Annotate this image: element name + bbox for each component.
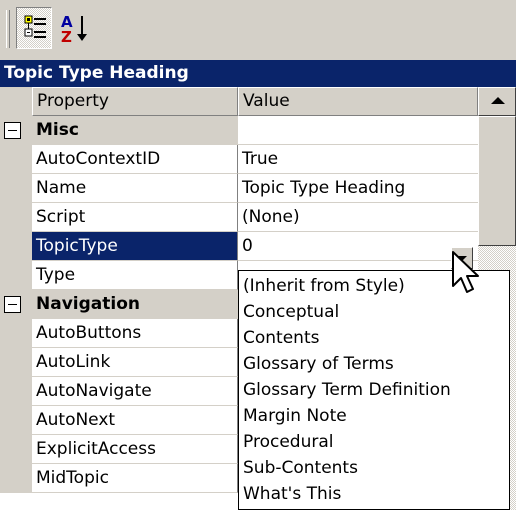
toolbar: A Z — [0, 0, 516, 60]
property-name[interactable]: ExplicitAccess — [32, 435, 238, 464]
dropdown-option[interactable]: Contents — [243, 325, 319, 351]
property-row[interactable]: Name Topic Type Heading — [0, 174, 478, 203]
property-value[interactable]: True — [238, 145, 478, 174]
property-row[interactable]: TopicType 0 — [0, 232, 478, 261]
collapse-icon[interactable] — [4, 296, 21, 313]
row-gutter — [0, 348, 32, 377]
row-gutter — [0, 261, 32, 290]
property-value — [238, 116, 478, 145]
property-name[interactable]: AutoNavigate — [32, 377, 238, 406]
row-gutter — [0, 116, 32, 145]
property-name[interactable]: Type — [32, 261, 238, 290]
category-label[interactable]: Navigation — [32, 290, 238, 319]
property-name[interactable]: MidTopic — [32, 464, 238, 493]
row-gutter — [0, 435, 32, 464]
row-gutter — [0, 174, 32, 203]
topictype-dropdown-list[interactable]: (Inherit from Style) Conceptual Contents Gl… — [238, 270, 510, 510]
dropdown-option[interactable]: Glossary Term Definition — [243, 377, 451, 403]
dropdown-option[interactable]: (Inherit from Style) — [243, 273, 405, 299]
row-gutter — [0, 377, 32, 406]
property-column-header[interactable]: Property — [32, 87, 238, 116]
alphabetical-sort-icon: A Z — [61, 13, 87, 46]
row-gutter — [0, 203, 32, 232]
dropdown-option[interactable]: Glossary of Terms — [243, 351, 394, 377]
categorized-button[interactable] — [16, 7, 52, 49]
row-gutter — [0, 319, 32, 348]
value-column-header[interactable]: Value — [238, 87, 478, 116]
property-row[interactable]: AutoContextID True — [0, 145, 478, 174]
grid-header: Property Value — [0, 87, 516, 116]
property-value[interactable]: Topic Type Heading — [238, 174, 478, 203]
dropdown-option[interactable]: Margin Note — [243, 403, 347, 429]
category-row[interactable]: Misc — [0, 116, 478, 145]
property-name[interactable]: Name — [32, 174, 238, 203]
toolbar-grip[interactable] — [6, 10, 10, 48]
row-gutter — [0, 232, 32, 261]
scroll-up-button[interactable] — [478, 87, 516, 116]
property-value[interactable]: 0 — [238, 232, 478, 261]
property-name[interactable]: Script — [32, 203, 238, 232]
row-gutter — [0, 290, 32, 319]
object-title: Topic Type Heading — [0, 60, 516, 87]
dropdown-option[interactable]: What's This — [243, 481, 341, 507]
dropdown-option[interactable]: Conceptual — [243, 299, 339, 325]
property-name[interactable]: AutoButtons — [32, 319, 238, 348]
property-value[interactable]: (None) — [238, 203, 478, 232]
collapse-icon[interactable] — [4, 122, 21, 139]
scroll-thumb[interactable] — [478, 116, 516, 246]
row-gutter — [0, 464, 32, 493]
row-gutter — [0, 145, 32, 174]
row-gutter — [0, 406, 32, 435]
arrow-up-icon — [491, 97, 505, 104]
svg-text:Z: Z — [61, 28, 72, 46]
categorized-icon — [24, 15, 46, 38]
property-name[interactable]: TopicType — [32, 232, 238, 261]
header-gutter — [0, 87, 32, 116]
property-name[interactable]: AutoNext — [32, 406, 238, 435]
property-name[interactable]: AutoContextID — [32, 145, 238, 174]
alphabetical-sort-button[interactable]: A Z — [58, 7, 94, 49]
property-row[interactable]: Script (None) — [0, 203, 478, 232]
category-label[interactable]: Misc — [32, 116, 238, 145]
dropdown-option[interactable]: Procedural — [243, 429, 333, 455]
property-name[interactable]: AutoLink — [32, 348, 238, 377]
dropdown-option[interactable]: Sub-Contents — [243, 455, 358, 481]
mouse-pointer-icon — [452, 251, 479, 293]
